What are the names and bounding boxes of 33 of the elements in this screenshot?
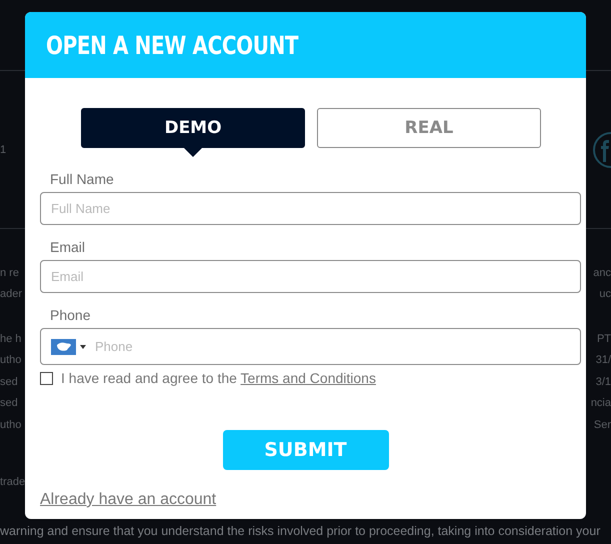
background-text: 1 <box>0 144 6 156</box>
background-text: sed <box>0 376 18 388</box>
login-link[interactable]: Already have an account <box>40 491 216 509</box>
checkbox[interactable] <box>40 372 53 384</box>
input-field[interactable]: Email <box>40 260 581 293</box>
background-text: Ser <box>594 418 611 431</box>
background-text: he h <box>0 332 22 345</box>
background-text: 31/ <box>596 354 611 366</box>
background-text: utho <box>0 354 22 366</box>
background-text: uc <box>599 288 611 300</box>
account-tab[interactable]: REAL <box>317 108 541 148</box>
tab-pointer-icon <box>184 148 202 157</box>
caret-icon[interactable] <box>80 344 86 348</box>
background-text: ncia <box>590 397 611 410</box>
background-text: utho <box>0 418 22 431</box>
background-text: anc <box>593 266 611 279</box>
account-tab[interactable]: DEMO <box>81 108 305 148</box>
background-text: PT <box>596 332 611 345</box>
field-label: Email <box>50 239 86 255</box>
background-text: warning and ensure that you understand the risks involved prior to proceeding, taking into consideration your <box>0 524 600 538</box>
background-text: n re <box>0 266 19 279</box>
background-text: ader <box>0 288 22 300</box>
field-label: Full Name <box>50 171 115 187</box>
background-text: 3/1 <box>596 376 611 388</box>
phone-field[interactable]: Phone <box>40 328 581 365</box>
agreement-text: I have read and agree to the Terms and Conditions <box>61 370 376 386</box>
flag-icon[interactable] <box>51 338 76 354</box>
dialog-title: OPEN A NEW ACCOUNT <box>46 30 298 60</box>
background-text: sed <box>0 397 18 410</box>
terms-link[interactable]: Terms and Conditions <box>240 370 376 386</box>
field-label: Phone <box>50 307 92 323</box>
input-field[interactable]: Full Name <box>40 192 581 225</box>
background-text: trade <box>0 476 26 488</box>
